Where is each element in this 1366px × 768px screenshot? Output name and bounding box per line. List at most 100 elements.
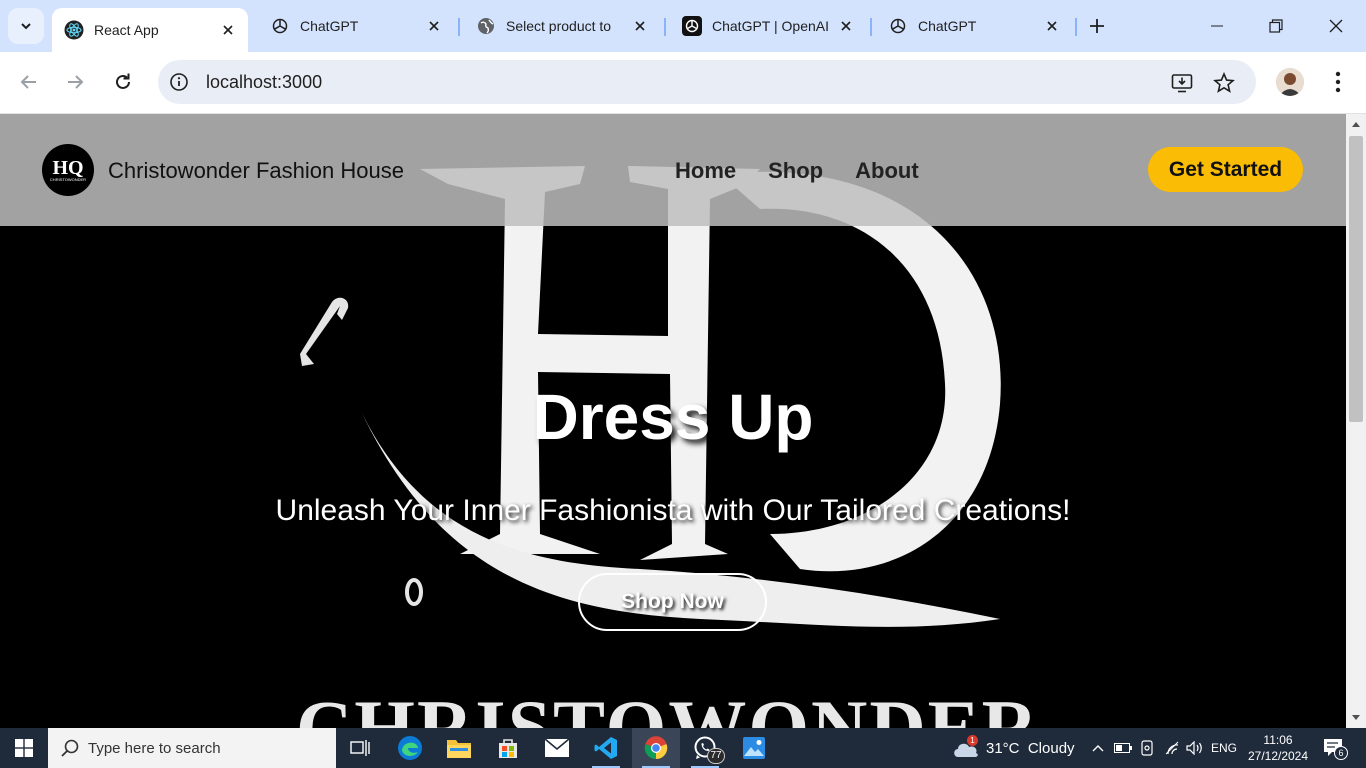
browser-toolbar: localhost:3000 — [0, 52, 1366, 114]
photos-icon — [743, 737, 765, 759]
tab-separator — [1075, 18, 1077, 36]
scroll-up-icon[interactable] — [1351, 120, 1361, 130]
browser-tab-chatgpt-2[interactable]: ChatGPT — [876, 8, 1072, 44]
plus-icon — [1090, 19, 1104, 33]
background-wordmark: CHRISTOWONDER — [296, 684, 1040, 728]
taskbar-photos[interactable] — [730, 728, 778, 768]
profile-avatar[interactable] — [1276, 68, 1304, 96]
minimize-icon — [1211, 25, 1223, 27]
browser-tab-select-product[interactable]: Select product to — [464, 8, 660, 44]
taskbar-whatsapp[interactable]: 77 — [681, 728, 729, 768]
reload-button[interactable] — [106, 65, 140, 99]
nav-link-home[interactable]: Home — [675, 158, 736, 184]
scroll-down-icon[interactable] — [1351, 712, 1361, 722]
show-hidden-icons-button[interactable] — [1088, 728, 1108, 768]
chevron-down-icon — [21, 23, 31, 30]
minimize-button[interactable] — [1194, 8, 1240, 44]
get-started-button[interactable]: Get Started — [1148, 147, 1303, 192]
clock-time: 11:06 — [1263, 733, 1293, 747]
chrome-icon — [644, 736, 668, 760]
restore-button[interactable] — [1253, 8, 1299, 44]
weather-alert-badge: 1 — [967, 735, 978, 746]
taskbar-chrome[interactable] — [632, 728, 680, 768]
clock-date: 27/12/2024 — [1247, 749, 1309, 763]
close-window-button[interactable] — [1313, 8, 1359, 44]
arrow-right-icon — [68, 75, 84, 89]
close-tab-icon[interactable] — [1042, 16, 1062, 36]
new-tab-button[interactable] — [1083, 12, 1111, 40]
volume-tray[interactable] — [1184, 728, 1206, 768]
tab-title: ChatGPT — [918, 18, 977, 34]
browser-tab-chatgpt-openai[interactable]: ChatGPT | OpenAI — [670, 8, 866, 44]
logo-small-text: CHRISTOWONDER — [49, 176, 87, 182]
wifi-icon — [1165, 741, 1179, 755]
scrollbar-thumb[interactable] — [1349, 136, 1363, 422]
shop-now-button[interactable]: Shop Now — [578, 573, 767, 631]
close-tab-icon[interactable] — [424, 16, 444, 36]
nav-link-about[interactable]: About — [855, 158, 919, 184]
forward-button[interactable] — [58, 65, 92, 99]
taskbar-mail[interactable] — [533, 728, 581, 768]
camera-icon — [1141, 740, 1153, 756]
openai-icon — [888, 16, 908, 36]
openai-icon — [270, 16, 290, 36]
taskbar-store[interactable] — [484, 728, 532, 768]
store-icon — [499, 739, 517, 758]
hero-subtitle: Unleash Your Inner Fashionista with Our … — [275, 494, 1071, 527]
back-button[interactable] — [12, 65, 46, 99]
address-bar[interactable]: localhost:3000 — [158, 60, 1256, 104]
tab-title: React App — [94, 22, 159, 38]
globe-icon — [476, 16, 496, 36]
cloudy-weather-icon: 1 — [952, 735, 980, 759]
start-button[interactable] — [0, 728, 48, 768]
browser-menu-button[interactable] — [1326, 68, 1350, 96]
whatsapp-unread-badge: 77 — [707, 748, 725, 764]
search-icon — [61, 739, 79, 757]
tab-search-button[interactable] — [8, 8, 44, 44]
network-tray[interactable] — [1161, 728, 1183, 768]
site-info-icon[interactable] — [168, 71, 190, 93]
task-view-button[interactable] — [336, 728, 384, 768]
windows-taskbar: Type here to search 77 1 31°C Cloudy ENG… — [0, 728, 1366, 768]
tab-separator — [664, 18, 666, 36]
windows-logo-icon — [15, 739, 33, 757]
speaker-icon — [1186, 741, 1202, 755]
mail-icon — [544, 738, 570, 757]
hero-title: Dress Up — [532, 381, 814, 453]
tab-title: Select product to — [506, 18, 612, 34]
weather-widget[interactable]: 1 31°C Cloudy — [952, 728, 1075, 768]
notification-count-badge: 6 — [1334, 746, 1348, 760]
battery-tray[interactable] — [1112, 728, 1134, 768]
bookmark-star-icon[interactable] — [1212, 71, 1236, 95]
close-tab-icon[interactable] — [836, 16, 856, 36]
arrow-left-icon — [20, 75, 36, 89]
url-text[interactable]: localhost:3000 — [206, 72, 322, 93]
meet-now-tray[interactable] — [1137, 728, 1159, 768]
close-tab-icon[interactable] — [218, 20, 238, 40]
notification-center-button[interactable]: 6 — [1322, 736, 1348, 760]
reload-icon — [116, 73, 130, 89]
tab-separator — [458, 18, 460, 36]
language-indicator[interactable]: ENG — [1208, 728, 1240, 768]
browser-tab-strip: React App ChatGPT Select product to Chat… — [0, 0, 1366, 52]
taskbar-edge[interactable] — [386, 728, 434, 768]
tab-title: ChatGPT | OpenAI — [712, 18, 829, 34]
logo-monogram: HQ — [52, 156, 84, 179]
brand-name: Christowonder Fashion House — [108, 158, 404, 183]
close-tab-icon[interactable] — [630, 16, 650, 36]
brand-logo[interactable]: HQ CHRISTOWONDER — [42, 144, 94, 196]
restore-icon — [1269, 19, 1283, 33]
nav-link-shop[interactable]: Shop — [768, 158, 823, 184]
page-scrollbar[interactable] — [1346, 114, 1366, 728]
taskbar-vscode[interactable] — [582, 728, 630, 768]
browser-tab-react-app[interactable]: React App — [52, 8, 248, 52]
browser-tab-chatgpt-1[interactable]: ChatGPT — [258, 8, 454, 44]
system-clock[interactable]: 11:06 27/12/2024 — [1244, 732, 1312, 764]
taskbar-file-explorer[interactable] — [435, 728, 483, 768]
install-app-icon[interactable] — [1170, 71, 1194, 95]
taskbar-search-placeholder: Type here to search — [88, 740, 221, 757]
openai-icon — [682, 16, 702, 36]
tab-separator — [870, 18, 872, 36]
tab-title: ChatGPT — [300, 18, 359, 34]
taskbar-search[interactable]: Type here to search — [48, 728, 336, 768]
